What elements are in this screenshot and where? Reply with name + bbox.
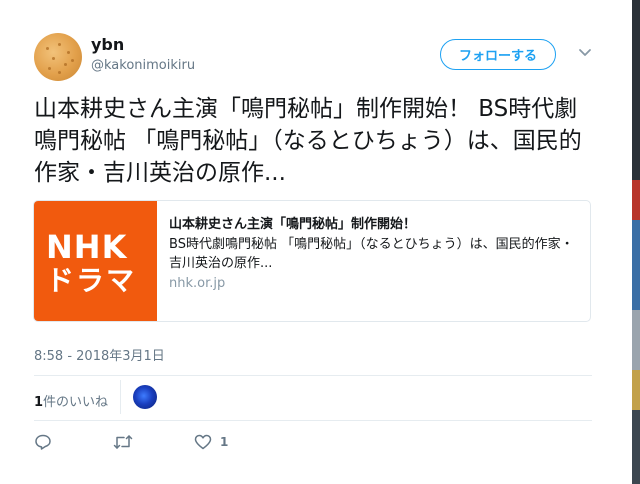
likes-separator bbox=[120, 380, 121, 414]
link-preview-card[interactable]: NHK ドラマ 山本耕史さん主演「鳴門秘帖」制作開始！ BS時代劇鳴門秘帖 「鳴… bbox=[33, 200, 591, 322]
link-card-description: BS時代劇鳴門秘帖 「鳴門秘帖」（なるとひちょう）は、国民的作家・吉川英治の原作… bbox=[169, 237, 574, 271]
tweet-text: 山本耕史さん主演「鳴門秘帖」制作開始！ BS時代劇鳴門秘帖 「鳴門秘帖」（なると… bbox=[34, 96, 582, 186]
screen-name[interactable]: @kakonimoikiru bbox=[91, 58, 195, 73]
display-name[interactable]: ybn bbox=[91, 35, 124, 54]
chevron-down-icon[interactable] bbox=[578, 46, 592, 60]
likes-label: 件のいいね bbox=[43, 395, 109, 410]
tweet-timestamp[interactable]: 8:58 - 2018年3月1日 bbox=[34, 345, 165, 364]
likes-count: 1 bbox=[34, 395, 44, 410]
nhk-logo: NHK bbox=[46, 228, 128, 266]
background-window-strip bbox=[632, 0, 640, 484]
link-card-domain: nhk.or.jp bbox=[169, 276, 226, 291]
liker-avatar[interactable] bbox=[133, 385, 157, 409]
divider bbox=[34, 375, 592, 376]
tweet-card: ybn @kakonimoikiru フォローする 山本耕史さん主演「鳴門秘帖」… bbox=[0, 0, 615, 484]
retweet-button[interactable] bbox=[113, 433, 133, 451]
nhk-drama-label: ドラマ bbox=[46, 264, 137, 297]
heart-icon bbox=[194, 434, 212, 450]
reply-icon bbox=[35, 434, 51, 450]
cookie-avatar-icon[interactable] bbox=[34, 33, 82, 81]
retweet-icon bbox=[113, 435, 133, 449]
link-card-title: 山本耕史さん主演「鳴門秘帖」制作開始！ bbox=[169, 217, 417, 232]
divider bbox=[34, 420, 592, 421]
follow-button[interactable]: フォローする bbox=[440, 39, 556, 70]
reply-button[interactable] bbox=[34, 433, 52, 451]
like-button[interactable]: 1 bbox=[194, 433, 228, 451]
like-count: 1 bbox=[220, 435, 229, 449]
likes-summary[interactable]: 1件のいいね bbox=[34, 391, 108, 410]
nhk-drama-thumbnail: NHK ドラマ bbox=[34, 201, 157, 321]
